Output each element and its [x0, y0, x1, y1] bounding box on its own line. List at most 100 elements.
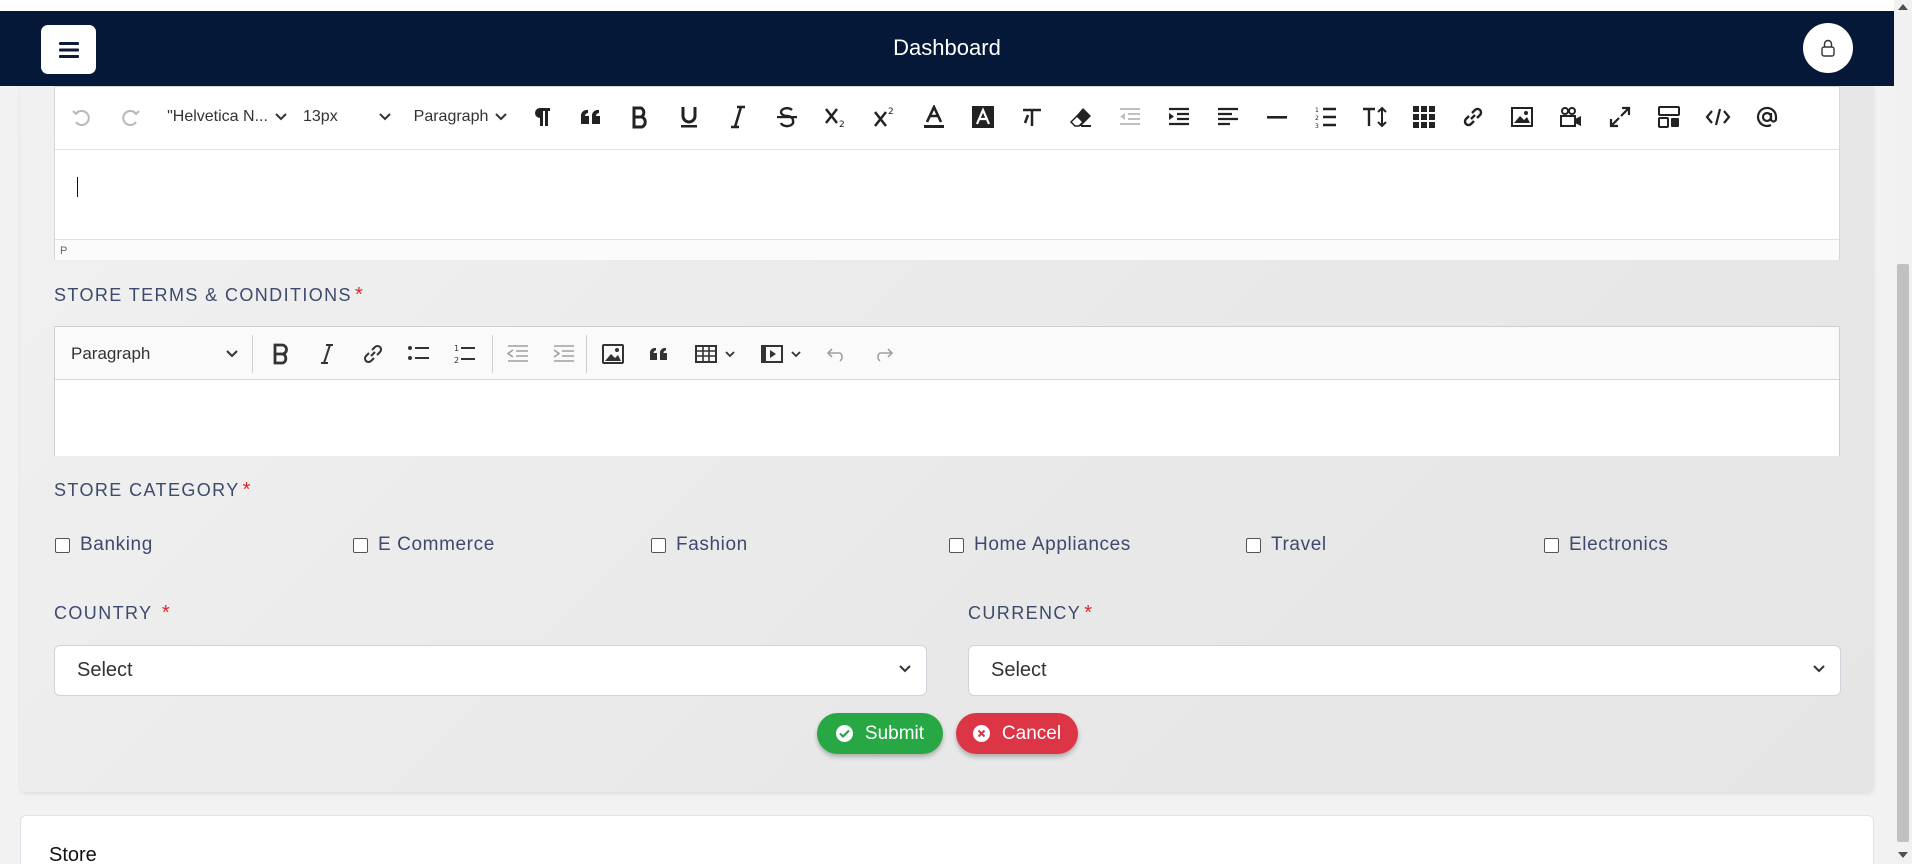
editor-status-path: P [55, 239, 1839, 260]
country-select[interactable]: Select [54, 645, 927, 696]
checkbox-box[interactable] [651, 537, 666, 553]
block-format-select[interactable]: Paragraph [411, 101, 511, 133]
category-checkbox-electronics[interactable]: Electronics [1544, 534, 1669, 556]
link-button[interactable] [1458, 101, 1488, 133]
submit-button[interactable]: Submit [817, 713, 943, 754]
chevron-down-icon [378, 113, 391, 121]
blockquote-button[interactable] [641, 337, 677, 371]
terms-label: STORE TERMS & CONDITIONS * [54, 284, 364, 307]
redo-button[interactable] [119, 101, 143, 133]
media-icon [761, 345, 783, 363]
toolbar-separator [586, 335, 587, 373]
paragraph-button[interactable] [527, 101, 557, 133]
checkbox-box[interactable] [55, 537, 70, 553]
insert-image-button[interactable] [595, 337, 631, 371]
image-button[interactable] [1507, 101, 1537, 133]
subscript-button[interactable]: 2 [821, 101, 851, 133]
scroll-down-arrow-icon[interactable] [1898, 852, 1908, 858]
template-button[interactable] [1654, 101, 1684, 133]
category-checkbox-ecommerce[interactable]: E Commerce [353, 534, 495, 556]
category-checkbox-home-appliances[interactable]: Home Appliances [949, 534, 1131, 556]
country-select-value: Select [77, 659, 133, 681]
user-menu-button[interactable] [1803, 23, 1853, 73]
checkbox-box[interactable] [1544, 537, 1559, 553]
cancel-button[interactable]: Cancel [956, 713, 1078, 754]
page-scrollbar[interactable] [1894, 0, 1912, 864]
checkbox-box[interactable] [1246, 537, 1261, 553]
svg-text:2: 2 [1315, 115, 1319, 122]
insert-media-button[interactable] [753, 337, 809, 371]
mention-button[interactable] [1752, 101, 1782, 133]
text-color-button[interactable] [919, 101, 949, 133]
currency-select[interactable]: Select [968, 645, 1841, 696]
text-style-icon [1023, 108, 1041, 126]
align-button[interactable] [1213, 101, 1243, 133]
bulleted-list-button[interactable] [401, 337, 437, 371]
video-button[interactable] [1556, 101, 1586, 133]
category-checkbox-banking[interactable]: Banking [55, 534, 153, 556]
link-button[interactable] [355, 337, 391, 371]
outdent-icon [506, 345, 528, 362]
italic-button[interactable] [309, 337, 345, 371]
link-icon [1463, 107, 1483, 127]
scroll-up-arrow-icon[interactable] [1898, 4, 1908, 10]
fullscreen-button[interactable] [1605, 101, 1635, 133]
superscript-icon: 2 [874, 107, 894, 127]
line-height-icon [1363, 106, 1387, 128]
category-checkbox-fashion[interactable]: Fashion [651, 534, 748, 556]
checkbox-box[interactable] [353, 537, 368, 553]
pilcrow-icon [535, 108, 550, 126]
indent-button[interactable] [1164, 101, 1194, 133]
top-navbar: Dashboard [0, 11, 1894, 86]
superscript-button[interactable]: 2 [870, 101, 900, 133]
required-marker: * [161, 602, 172, 624]
quote-icon [649, 347, 667, 360]
toolbar-separator [492, 335, 493, 373]
outdent-button[interactable] [1115, 101, 1145, 133]
category-label: STORE CATEGORY * [54, 479, 252, 502]
insert-table-button[interactable] [687, 337, 743, 371]
checkbox-label: Fashion [676, 534, 748, 555]
outdent-button[interactable] [500, 337, 536, 371]
strikethrough-button[interactable] [772, 101, 802, 133]
chevron-down-icon [1813, 665, 1825, 673]
list-button[interactable]: 123 [1311, 101, 1341, 133]
terms-label-text: STORE TERMS & CONDITIONS [54, 285, 352, 305]
checkbox-box[interactable] [949, 537, 964, 553]
currency-label-text: CURRENCY [968, 603, 1082, 623]
remove-format-button[interactable] [1066, 101, 1096, 133]
underline-button[interactable] [674, 101, 704, 133]
font-family-select[interactable]: "Helvetica N... [165, 101, 290, 133]
chevron-down-icon [899, 665, 911, 673]
strikethrough-icon [777, 107, 797, 128]
table-button[interactable] [1409, 101, 1439, 133]
image-icon [602, 344, 624, 364]
scrollbar-thumb[interactable] [1897, 264, 1909, 842]
blockquote-button[interactable] [576, 101, 606, 133]
code-view-button[interactable] [1703, 101, 1733, 133]
horizontal-rule-button[interactable] [1262, 101, 1292, 133]
text-style-button[interactable] [1017, 101, 1047, 133]
line-height-button[interactable] [1360, 101, 1390, 133]
editor-content-area[interactable] [55, 151, 1839, 239]
align-left-icon [1218, 107, 1238, 126]
numbered-list-button[interactable]: 12 [447, 337, 483, 371]
undo-icon [72, 110, 90, 126]
svg-text:2: 2 [888, 107, 894, 117]
italic-button[interactable] [723, 101, 753, 133]
category-checkbox-travel[interactable]: Travel [1246, 534, 1327, 556]
background-color-button[interactable] [968, 101, 998, 133]
heading-select[interactable]: Paragraph [71, 337, 243, 371]
font-size-select[interactable]: 13px [303, 101, 403, 133]
redo-icon [122, 110, 140, 126]
undo-button[interactable] [69, 101, 93, 133]
redo-button[interactable] [865, 337, 901, 371]
editor-toolbar: Paragraph 12 [55, 327, 1839, 380]
horizontal-rule-icon [1267, 116, 1287, 119]
undo-button[interactable] [819, 337, 855, 371]
bold-button[interactable] [263, 337, 299, 371]
terms-editor-content[interactable] [55, 381, 1839, 456]
image-icon [1511, 107, 1533, 127]
indent-button[interactable] [546, 337, 582, 371]
bold-button[interactable] [625, 101, 655, 133]
